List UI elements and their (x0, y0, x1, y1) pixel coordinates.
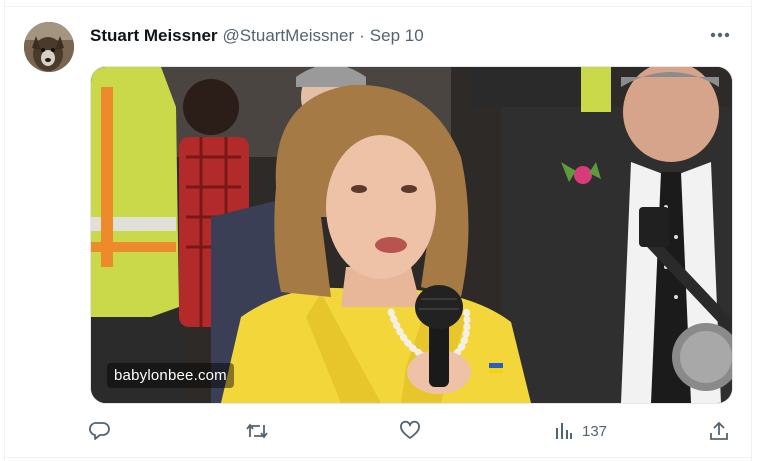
views-button[interactable]: 137 (554, 418, 607, 444)
photo-watermark: babylonbee.com (107, 363, 234, 388)
share-button[interactable] (709, 418, 729, 444)
tweet-actions-bar: 137 (0, 418, 760, 444)
more-dots-icon (710, 32, 730, 38)
more-options-button[interactable] (705, 24, 735, 46)
reply-icon (89, 422, 110, 440)
views-count: 137 (582, 422, 608, 440)
heart-icon (400, 420, 420, 439)
photo-illustration (91, 67, 732, 403)
header-separator: · (359, 26, 365, 45)
reply-button[interactable] (89, 418, 111, 444)
like-button[interactable] (399, 418, 421, 444)
avatar-image (24, 22, 74, 72)
author-handle[interactable]: @StuartMeissner (223, 26, 355, 46)
retweet-button[interactable] (245, 418, 269, 444)
frame-left-border (4, 0, 5, 461)
frame-bottom-border (4, 457, 752, 458)
frame-right-border (751, 0, 752, 461)
avatar[interactable] (24, 22, 74, 72)
tweet-header: Stuart Meissner @StuartMeissner · Sep 10 (90, 24, 424, 48)
tweet-photo[interactable]: babylonbee.com (90, 66, 733, 404)
retweet-icon (246, 423, 268, 439)
bar-chart-icon (556, 423, 572, 439)
share-icon (710, 421, 728, 440)
author-name[interactable]: Stuart Meissner (90, 26, 218, 46)
frame-top-border (4, 6, 752, 7)
tweet-date[interactable]: Sep 10 (370, 26, 424, 46)
